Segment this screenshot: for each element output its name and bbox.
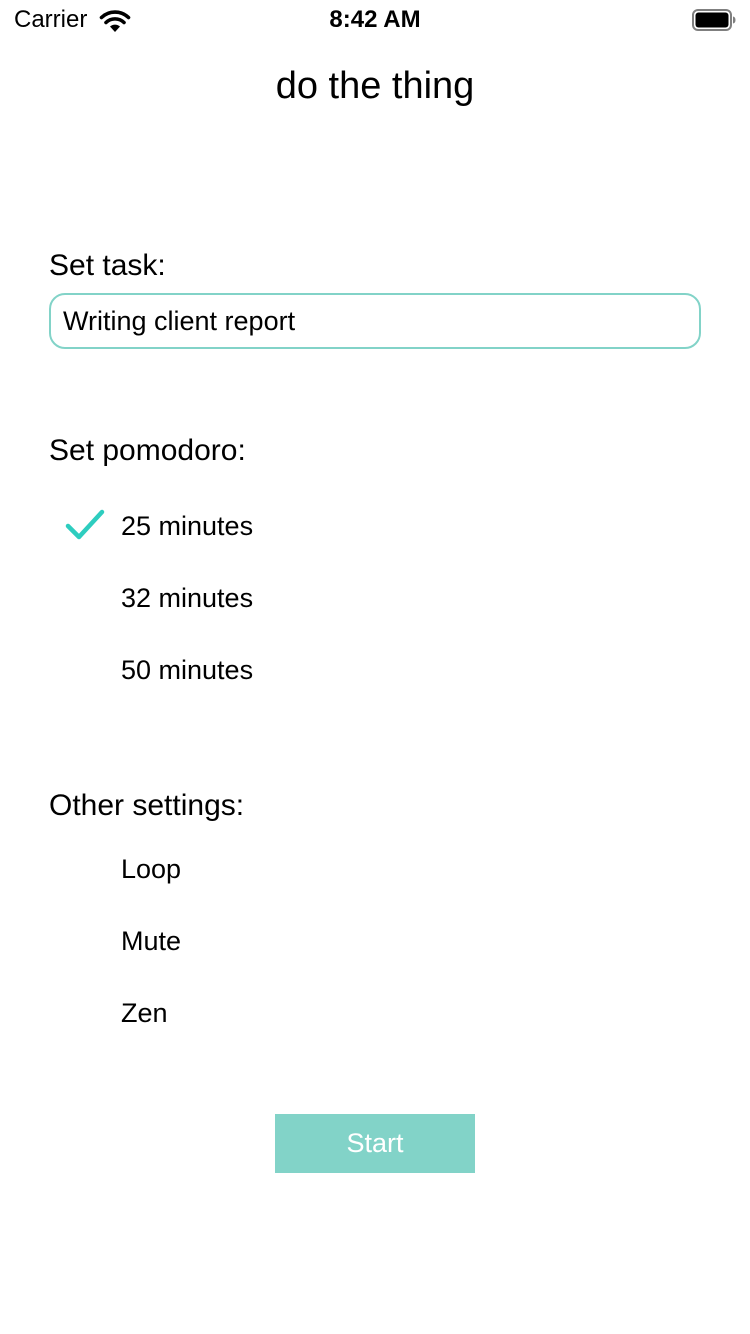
start-button[interactable]: Start: [275, 1114, 475, 1173]
pomodoro-option-label: 25 minutes: [121, 511, 254, 541]
setting-option-label: Loop: [121, 854, 182, 884]
pomodoro-option-50[interactable]: 50 minutes: [49, 640, 701, 700]
setting-option-label: Mute: [121, 926, 182, 956]
pomodoro-option-32[interactable]: 32 minutes: [49, 568, 701, 628]
setting-option-loop[interactable]: Loop: [49, 839, 701, 899]
setting-option-zen[interactable]: Zen: [49, 983, 701, 1043]
pomodoro-option-label: 32 minutes: [121, 583, 254, 613]
battery-icon: [692, 9, 736, 31]
pomodoro-option-label: 50 minutes: [121, 655, 254, 685]
task-section-label: Set task:: [49, 249, 166, 282]
pomodoro-section-label: Set pomodoro:: [49, 434, 246, 467]
setting-option-mute[interactable]: Mute: [49, 911, 701, 971]
pomodoro-option-25[interactable]: 25 minutes: [49, 496, 701, 556]
status-time: 8:42 AM: [329, 6, 421, 33]
task-input[interactable]: [49, 293, 701, 349]
checkmark-icon: [65, 509, 105, 540]
other-settings-section-label: Other settings:: [49, 789, 245, 822]
page-title: do the thing: [275, 65, 475, 107]
setting-option-label: Zen: [121, 998, 168, 1028]
